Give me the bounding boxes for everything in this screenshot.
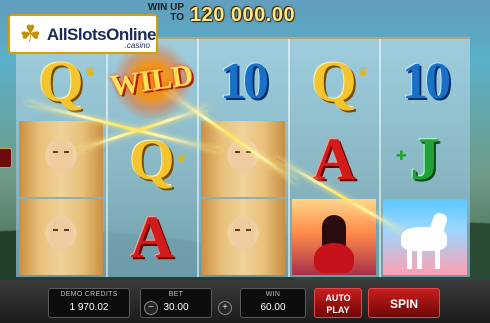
- symbol-portrait: [200, 199, 286, 275]
- crown-icon: ♛: [175, 151, 187, 166]
- symbol-10-number: 10: [220, 52, 269, 110]
- symbol-a: A: [109, 199, 195, 275]
- symbol-q-letter: Q: [38, 48, 84, 114]
- logo-text: AllSlotsOnline: [46, 24, 157, 44]
- autoplay-button[interactable]: AUTO PLAY: [314, 288, 362, 318]
- symbol-q-letter: Q: [311, 48, 357, 114]
- woman-portrait: [201, 121, 285, 197]
- portrait-face: [49, 217, 73, 251]
- logo-subtext: .casino: [124, 41, 150, 50]
- woman-portrait: [19, 121, 103, 197]
- crown-icon: ♛: [357, 65, 369, 80]
- control-bar: DEMO CREDITS 1 970.02 BET 30.00 − + WIN …: [0, 280, 490, 323]
- symbol-10: 10: [200, 43, 286, 119]
- woman-portrait: [201, 199, 285, 275]
- symbol-q: Q ♛: [18, 43, 104, 119]
- couple-dress: [314, 243, 354, 273]
- reel-grid: Q ♛ WILD Q ♛ A 10 Q ♛ A 10 J ✚: [16, 37, 470, 277]
- win-label: WIN: [265, 291, 281, 298]
- clover-icon: ☘: [19, 20, 42, 48]
- woman-portrait: [19, 199, 103, 275]
- credits-label: DEMO CREDITS: [60, 291, 118, 298]
- bet-label: BET: [168, 291, 184, 298]
- reel-separator: [106, 39, 108, 277]
- wild-text: WILD: [108, 58, 196, 103]
- spin-button[interactable]: SPIN: [368, 288, 440, 318]
- site-logo: ☘ AllSlotsOnline .casino: [8, 14, 158, 54]
- horse-leg: [417, 247, 422, 269]
- symbol-portrait: [18, 121, 104, 197]
- symbol-a: A: [291, 121, 377, 197]
- reel-separator: [197, 39, 199, 277]
- reel-separator: [379, 39, 381, 277]
- symbol-horse: [382, 199, 468, 275]
- max-win-amount: 120 000.00: [190, 4, 296, 26]
- portrait-face: [231, 217, 255, 251]
- crown-icon: ♛: [84, 65, 96, 80]
- bet-decrease-button[interactable]: −: [144, 301, 158, 315]
- symbol-portrait: [18, 199, 104, 275]
- symbol-j-letter: J: [410, 125, 440, 192]
- symbol-a-letter: A: [130, 203, 174, 270]
- clover-icon: ✚: [396, 149, 407, 164]
- symbol-10: 10: [382, 43, 468, 119]
- side-menu-tab[interactable]: [0, 148, 12, 168]
- symbol-10-number: 10: [402, 52, 451, 110]
- portrait-eye: [53, 151, 58, 153]
- symbol-j: J ✚: [382, 121, 468, 197]
- portrait-eye: [64, 229, 69, 231]
- portrait-eye: [235, 229, 240, 231]
- portrait-eye: [235, 151, 240, 153]
- horse-leg: [435, 247, 440, 269]
- horse-leg: [407, 247, 412, 269]
- symbol-portrait: [200, 121, 286, 197]
- white-horse: [383, 199, 467, 275]
- symbol-q: Q ♛: [291, 43, 377, 119]
- portrait-eye: [246, 229, 251, 231]
- symbol-wild: WILD: [108, 43, 196, 119]
- reel-separator: [288, 39, 290, 277]
- win-value: 60.00: [260, 302, 286, 313]
- win-panel: WIN 60.00: [240, 288, 306, 318]
- bet-increase-button[interactable]: +: [218, 301, 232, 315]
- credits-panel: DEMO CREDITS 1 970.02: [48, 288, 130, 318]
- portrait-eye: [64, 151, 69, 153]
- portrait-face: [49, 139, 73, 173]
- portrait-eye: [53, 229, 58, 231]
- credits-value: 1 970.02: [69, 302, 109, 313]
